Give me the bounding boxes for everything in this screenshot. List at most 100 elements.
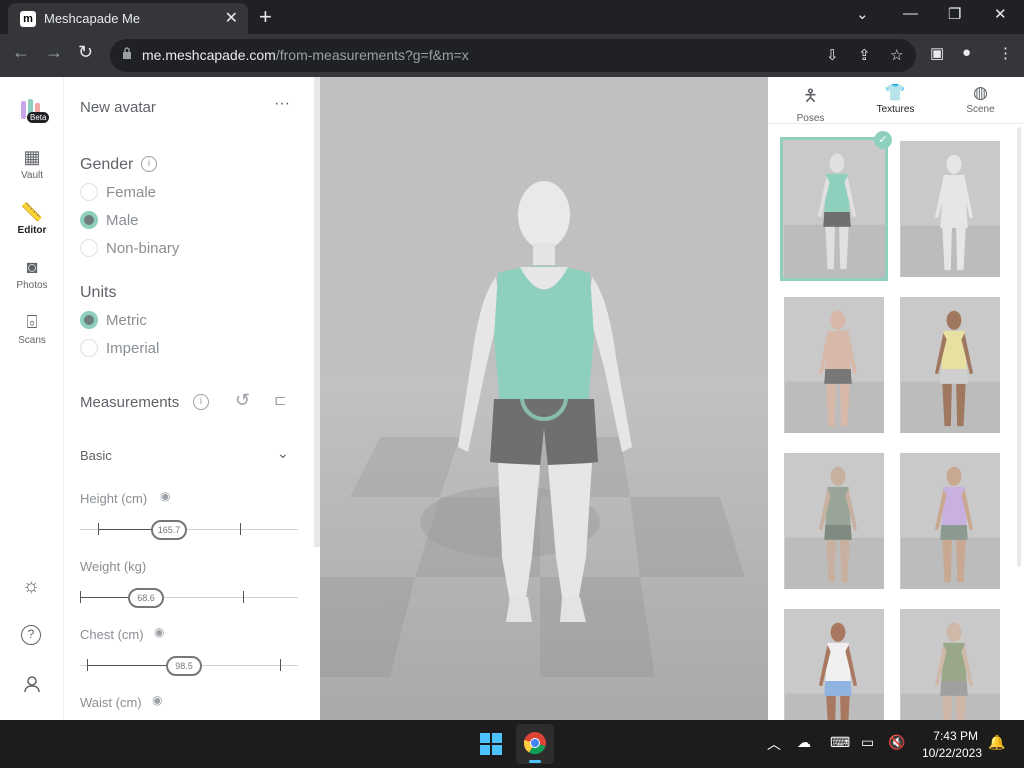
- camera-icon: ◙: [26, 257, 38, 277]
- tab-title: Meshcapade Me: [44, 11, 141, 26]
- gender-heading: Gender: [80, 156, 134, 173]
- height-label: Height (cm): [80, 491, 148, 506]
- bookmark-star-icon[interactable]: ☆: [890, 46, 903, 64]
- rail-item-scans[interactable]: ⌻ Scans: [0, 312, 64, 346]
- clock-time[interactable]: 7:43 PM: [908, 729, 978, 743]
- tab-textures[interactable]: 👕 Textures: [853, 77, 938, 123]
- tab-scene[interactable]: ◍ Scene: [938, 77, 1023, 123]
- tabs-divider: [768, 123, 1024, 124]
- chest-visibility-eye-icon[interactable]: ◉: [154, 625, 164, 639]
- more-options-icon[interactable]: ···: [274, 95, 290, 113]
- weight-slider-thumb[interactable]: 68.6: [128, 588, 164, 608]
- reset-icon[interactable]: ↺: [235, 390, 250, 411]
- units-option-metric[interactable]: Metric: [106, 312, 147, 329]
- chrome-icon: [523, 732, 546, 755]
- meshcapade-logo[interactable]: Beta: [19, 97, 50, 123]
- slider-max-tick: [243, 591, 244, 603]
- tray-chevron-up-icon[interactable]: ︿: [767, 734, 781, 754]
- texture-thumbnail[interactable]: [784, 297, 884, 433]
- side-panel-icon[interactable]: ▣: [930, 44, 944, 62]
- close-tab-icon[interactable]: ✕: [225, 8, 238, 28]
- minimize-icon[interactable]: —: [903, 5, 918, 22]
- measure-tool-icon[interactable]: ⊏: [274, 391, 287, 409]
- gender-radio-male[interactable]: [80, 211, 98, 229]
- slider-fill: [87, 665, 167, 666]
- onedrive-icon[interactable]: ☁: [797, 734, 811, 751]
- waist-visibility-eye-icon[interactable]: ◉: [152, 693, 162, 707]
- chevron-down-icon[interactable]: ⌄: [277, 445, 289, 462]
- height-slider-thumb[interactable]: 165.7: [151, 520, 187, 540]
- texture-thumbnail[interactable]: [900, 297, 1000, 433]
- windows-start-icon[interactable]: [479, 732, 503, 756]
- gender-option-nonbinary[interactable]: Non-binary: [106, 240, 179, 257]
- address-bar[interactable]: me.meshcapade.com/from-measurements?g=f&…: [110, 39, 916, 72]
- display-icon[interactable]: ▭: [861, 734, 874, 751]
- back-icon[interactable]: ←: [12, 42, 30, 63]
- menu-kebab-icon[interactable]: ⋮: [998, 44, 1013, 62]
- texture-thumbnail[interactable]: [784, 453, 884, 589]
- avatar-preview: [901, 141, 1000, 277]
- gender-option-female[interactable]: Female: [106, 184, 156, 201]
- help-icon[interactable]: ?: [21, 625, 41, 645]
- texture-thumbnail[interactable]: [900, 453, 1000, 589]
- rail-item-editor[interactable]: 📏 Editor: [0, 202, 64, 236]
- gender-radio-nonbinary[interactable]: [80, 239, 98, 257]
- weight-label: Weight (kg): [80, 559, 147, 574]
- basic-section-label[interactable]: Basic: [80, 448, 112, 463]
- measurements-info-icon[interactable]: i: [193, 394, 209, 410]
- rail-item-photos[interactable]: ◙ Photos: [0, 257, 64, 291]
- install-app-icon[interactable]: ⇩: [826, 46, 839, 64]
- height-visibility-eye-icon[interactable]: ◉: [160, 489, 170, 503]
- avatar-preview: [785, 453, 884, 589]
- rail-label-vault: Vault: [20, 170, 44, 181]
- library-scrollbar[interactable]: [1017, 127, 1021, 567]
- avatar-3d-viewport[interactable]: [320, 77, 768, 720]
- tab-scene-label: Scene: [966, 104, 995, 115]
- profile-icon[interactable]: ●: [962, 44, 971, 61]
- scan-icon: ⌻: [26, 312, 38, 332]
- restore-icon[interactable]: ❐: [948, 5, 961, 23]
- chest-slider-thumb[interactable]: 98.5: [166, 656, 202, 676]
- units-heading: Units: [80, 284, 117, 301]
- new-tab-icon[interactable]: +: [259, 4, 272, 30]
- clock-date[interactable]: 10/22/2023: [908, 746, 982, 760]
- browser-tab[interactable]: m Meshcapade Me ✕: [8, 3, 248, 34]
- units-option-imperial[interactable]: Imperial: [106, 340, 159, 357]
- forward-icon[interactable]: →: [45, 42, 63, 63]
- browser-toolbar: ← → ↻ me.meshcapade.com/from-measurement…: [0, 34, 1024, 77]
- texture-thumbnail[interactable]: [900, 141, 1000, 277]
- slider-max-tick: [240, 523, 241, 535]
- gender-radio-female[interactable]: [80, 183, 98, 201]
- units-radio-metric[interactable]: [80, 311, 98, 329]
- measurements-heading: Measurements: [80, 394, 180, 411]
- slider-max-tick: [280, 659, 281, 671]
- account-icon[interactable]: [23, 675, 41, 693]
- share-icon[interactable]: ⇪: [858, 46, 871, 64]
- texture-thumbnail[interactable]: [780, 137, 888, 281]
- units-radio-imperial[interactable]: [80, 339, 98, 357]
- gender-info-icon[interactable]: i: [141, 156, 157, 172]
- theme-sun-icon[interactable]: ☼: [22, 575, 40, 598]
- keyboard-icon[interactable]: ⌨: [830, 734, 850, 751]
- selected-check-icon: ✓: [874, 131, 892, 149]
- height-slider[interactable]: 165.7: [80, 520, 298, 540]
- chrome-taskbar-button[interactable]: [516, 724, 554, 764]
- rail-label-editor: Editor: [17, 225, 47, 236]
- app-content: Beta ▦ Vault 📏 Editor ◙ Photos ⌻ Scans ☼…: [0, 77, 1024, 745]
- chest-slider[interactable]: 98.5: [80, 656, 298, 676]
- url-path: /from-measurements?g=f&m=x: [275, 47, 469, 63]
- tab-search-icon[interactable]: ⌄: [856, 5, 869, 23]
- volume-muted-icon[interactable]: 🔇: [888, 734, 905, 751]
- tab-poses[interactable]: 🯅 Poses: [768, 77, 853, 124]
- slider-fill: [80, 597, 128, 598]
- weight-slider[interactable]: 68.6: [80, 588, 298, 608]
- grid-icon: ▦: [23, 147, 41, 167]
- reload-icon[interactable]: ↻: [78, 42, 93, 63]
- slider-min-tick: [98, 523, 99, 535]
- window-close-icon[interactable]: ✕: [994, 5, 1007, 23]
- notification-bell-icon[interactable]: 🔔: [988, 734, 1005, 751]
- rail-item-vault[interactable]: ▦ Vault: [0, 147, 64, 181]
- gender-option-male[interactable]: Male: [106, 212, 139, 229]
- waist-label: Waist (cm): [80, 695, 142, 710]
- panel-title: New avatar: [80, 99, 156, 116]
